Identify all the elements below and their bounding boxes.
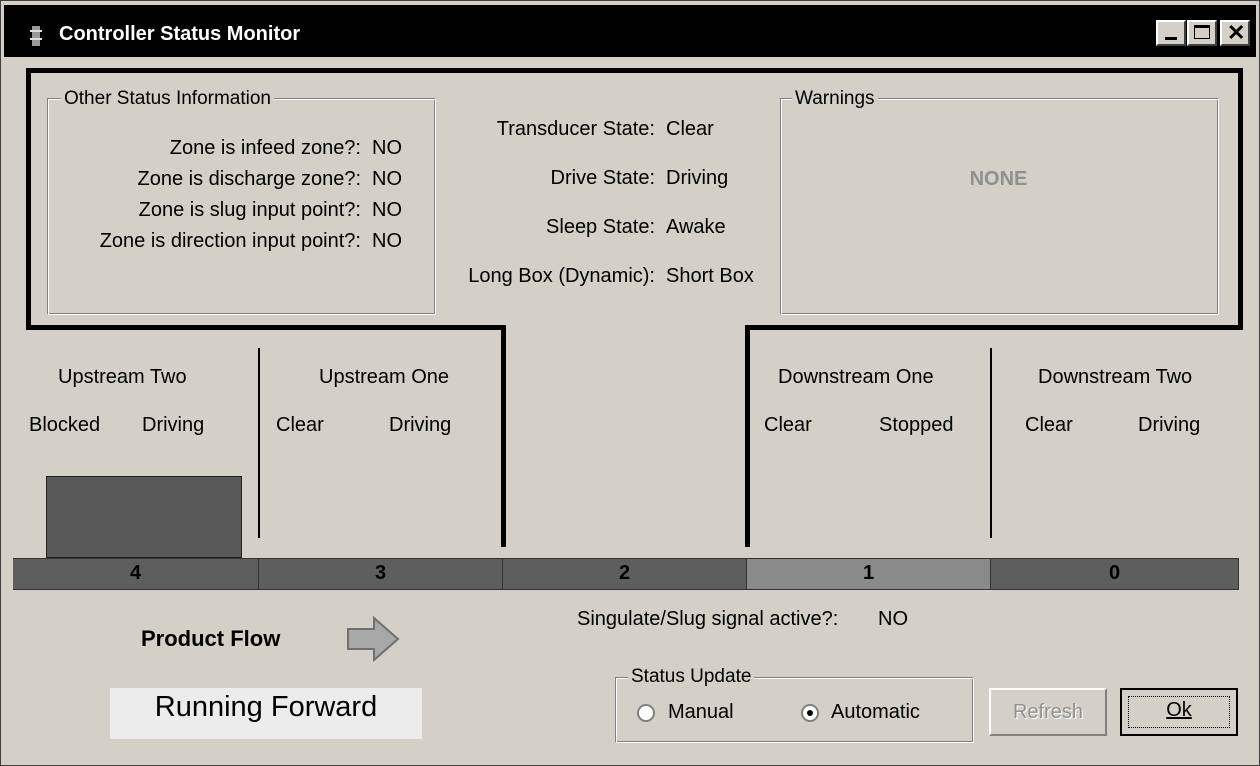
upstream-one-sensor: Clear: [276, 414, 324, 436]
ok-button[interactable]: Ok: [1120, 688, 1238, 736]
upstream-two-title: Upstream Two: [58, 366, 187, 388]
direction-input-value: NO: [372, 230, 402, 252]
singulate-label: Singulate/Slug signal active?:: [577, 608, 839, 630]
zone-2-left-wall: [501, 325, 506, 547]
conveyor-cell-4: 4: [13, 558, 259, 590]
downstream-one-sensor: Clear: [764, 414, 812, 436]
slug-input-value: NO: [372, 199, 402, 221]
sleep-state-value: Awake: [666, 216, 726, 238]
upstream-two-sensor: Blocked: [29, 414, 101, 436]
other-status-legend: Other Status Information: [61, 88, 274, 110]
ok-label: Ok: [1166, 699, 1192, 721]
drive-state-label: Drive State:: [550, 167, 655, 189]
long-box-value: Short Box: [666, 265, 754, 287]
status-frame-left: [26, 68, 31, 330]
conveyor-cell-1: 1: [747, 558, 991, 590]
upstream-two-drive: Driving: [142, 414, 205, 436]
other-status-values: NO NO NO NO: [372, 137, 402, 261]
status-frame-top: [26, 68, 1243, 73]
infeed-label: Zone is infeed zone?:: [169, 137, 361, 159]
cell-1-label: 1: [862, 562, 875, 584]
discharge-value: NO: [372, 168, 402, 190]
refresh-button[interactable]: Refresh: [989, 688, 1107, 736]
conveyor-cell-2: 2: [503, 558, 747, 590]
product-flow-label: Product Flow: [141, 626, 281, 651]
discharge-label: Zone is discharge zone?:: [137, 168, 361, 190]
manual-radio[interactable]: [637, 704, 655, 722]
drive-state-value: Driving: [666, 167, 729, 189]
arrow-right-icon: [347, 616, 400, 662]
downstream-two-drive: Driving: [1138, 414, 1201, 436]
minimize-button[interactable]: [1156, 20, 1186, 46]
app-icon: [30, 26, 42, 46]
window-title: Controller Status Monitor: [59, 23, 301, 45]
direction-input-label: Zone is direction input point?:: [99, 230, 361, 252]
downstream-two-title: Downstream Two: [1038, 366, 1193, 388]
state-values: Clear Driving Awake Short Box: [666, 118, 754, 314]
zone-2-right-wall: [745, 325, 750, 547]
cell-4-label: 4: [129, 562, 142, 584]
status-frame-bottom-right: [745, 325, 1243, 330]
radio-selected-dot: [807, 710, 813, 716]
status-frame-bottom-left: [26, 325, 506, 330]
cell-2-label: 2: [618, 562, 631, 584]
cell-0-label: 0: [1108, 562, 1121, 584]
downstream-one-title: Downstream One: [778, 366, 934, 388]
singulate-value: NO: [878, 608, 908, 630]
title-bar[interactable]: Controller Status Monitor ✕: [4, 5, 1256, 57]
transducer-state-label: Transducer State:: [496, 118, 655, 140]
close-icon: ✕: [1227, 20, 1246, 45]
maximize-button[interactable]: [1187, 20, 1217, 46]
warnings-legend: Warnings: [792, 88, 878, 110]
conveyor-cell-0: 0: [991, 558, 1239, 590]
warnings-text: NONE: [969, 168, 1028, 190]
long-box-label: Long Box (Dynamic):: [468, 265, 655, 287]
state-labels: Transducer State: Drive State: Sleep Sta…: [441, 118, 655, 314]
slug-input-label: Zone is slug input point?:: [138, 199, 361, 221]
transducer-state-value: Clear: [666, 118, 714, 140]
status-frame-right: [1238, 68, 1243, 330]
upstream-one-title: Upstream One: [319, 366, 450, 388]
warnings-group: [780, 98, 1219, 315]
window: Controller Status Monitor ✕ Other Status…: [0, 0, 1260, 766]
flow-status-text: Running Forward: [154, 691, 378, 723]
conveyor-cell-3: 3: [259, 558, 503, 590]
close-button[interactable]: ✕: [1220, 20, 1250, 46]
product-box: [46, 476, 242, 558]
cell-3-label: 3: [374, 562, 387, 584]
maximize-icon: [1194, 25, 1210, 39]
refresh-label: Refresh: [1012, 701, 1084, 723]
manual-label[interactable]: Manual: [668, 701, 734, 724]
downstream-two-sensor: Clear: [1025, 414, 1073, 436]
status-update-legend: Status Update: [628, 666, 755, 688]
sleep-state-label: Sleep State:: [546, 216, 655, 238]
infeed-value: NO: [372, 137, 402, 159]
automatic-label[interactable]: Automatic: [831, 701, 920, 724]
zone-divider-0-1: [990, 348, 992, 538]
zone-divider-3-4: [258, 348, 260, 538]
upstream-one-drive: Driving: [389, 414, 452, 436]
downstream-one-drive: Stopped: [879, 414, 954, 436]
automatic-radio[interactable]: [801, 704, 819, 722]
other-status-labels: Zone is infeed zone?: Zone is discharge …: [61, 137, 361, 261]
minimize-icon: [1165, 37, 1177, 40]
